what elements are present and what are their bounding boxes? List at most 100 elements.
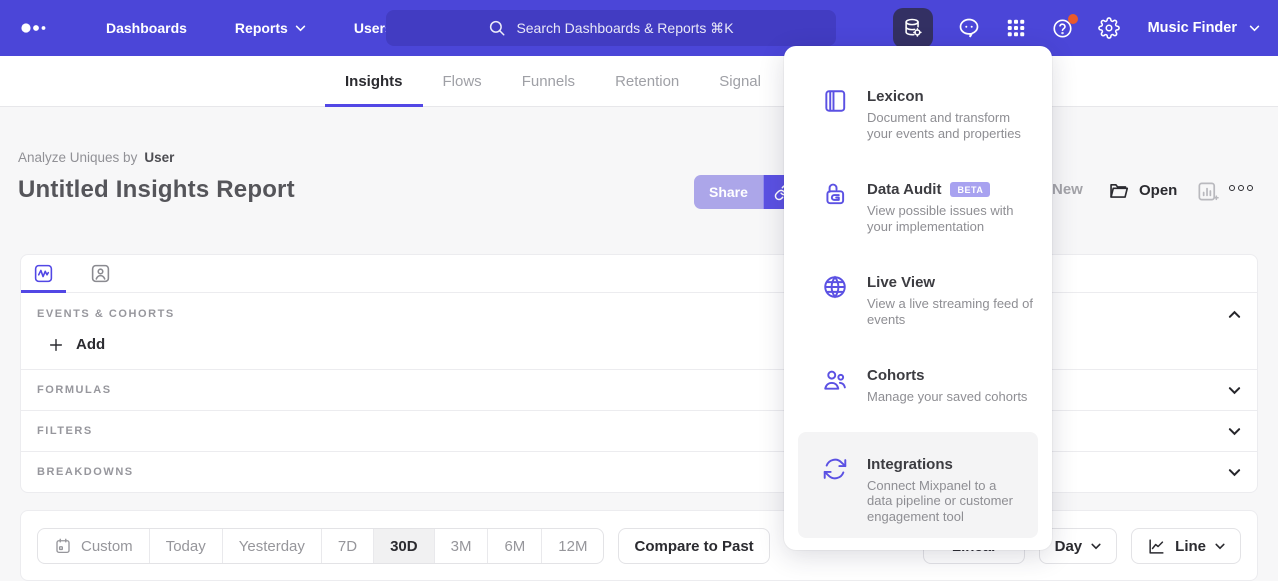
range-30d[interactable]: 30D (373, 529, 434, 563)
nav-reports-label: Reports (235, 20, 288, 36)
events-cohorts-header: EVENTS & COHORTS (37, 308, 175, 320)
folder-icon (1108, 180, 1129, 201)
chart-type-dropdown[interactable]: Line (1131, 528, 1241, 564)
feedback-bubble-icon[interactable] (957, 16, 981, 40)
tab-signal[interactable]: Signal (699, 56, 781, 107)
data-management-icon[interactable] (893, 8, 933, 48)
formulas-section[interactable]: FORMULAS (21, 369, 1257, 410)
events-mode-tab[interactable] (21, 255, 66, 292)
line-chart-icon (1147, 537, 1166, 556)
share-button[interactable]: Share (694, 175, 763, 209)
chevron-down-icon (1228, 427, 1241, 436)
formulas-header: FORMULAS (37, 384, 112, 396)
filters-section[interactable]: FILTERS (21, 410, 1257, 451)
apps-grid-icon[interactable] (1005, 17, 1027, 39)
chevron-down-icon (1249, 25, 1260, 32)
add-event-button[interactable]: Add (37, 336, 1241, 353)
tab-insights[interactable]: Insights (325, 56, 423, 107)
lexicon-book-icon (822, 88, 848, 114)
nav-dashboards-label: Dashboards (106, 20, 187, 36)
more-options-button[interactable] (1229, 185, 1253, 191)
top-navbar: Dashboards Reports Users Search Dashboar… (0, 0, 1278, 56)
menu-item-data-audit[interactable]: Data Audit BETA View possible issues wit… (784, 181, 1052, 234)
range-yesterday[interactable]: Yesterday (222, 529, 321, 563)
header-actions: Share New Open (0, 175, 1278, 209)
menu-item-title: Lexicon (867, 88, 924, 105)
expand-section-button[interactable] (1228, 427, 1241, 436)
chevron-down-icon (295, 25, 306, 32)
project-name: Music Finder (1148, 20, 1237, 36)
open-report-button[interactable]: Open (1108, 180, 1177, 201)
open-label: Open (1139, 182, 1177, 199)
compare-to-past-button[interactable]: Compare to Past (618, 528, 769, 564)
search-input[interactable]: Search Dashboards & Reports ⌘K (386, 10, 836, 46)
menu-item-title: Data Audit (867, 181, 941, 198)
menu-item-title: Cohorts (867, 367, 925, 384)
menu-item-cohorts[interactable]: Cohorts Manage your saved cohorts (784, 367, 1052, 405)
integrations-sync-icon (822, 456, 848, 482)
report-kicker: Analyze Uniques by User (18, 150, 174, 165)
kicker-prefix: Analyze Uniques by (18, 150, 137, 165)
breakdowns-section[interactable]: BREAKDOWNS (21, 451, 1257, 492)
globe-icon (822, 274, 848, 300)
primary-nav: Dashboards Reports Users (82, 0, 417, 56)
menu-item-title: Integrations (867, 456, 953, 473)
menu-item-lexicon[interactable]: Lexicon Document and transform your even… (784, 88, 1052, 141)
range-7d[interactable]: 7D (321, 529, 373, 563)
report-tabbar: Insights Flows Funnels Retention Signal … (0, 56, 1278, 107)
tab-retention[interactable]: Retention (595, 56, 699, 107)
add-to-dashboard-icon[interactable] (1196, 180, 1219, 203)
menu-item-title: Live View (867, 274, 935, 291)
settings-gear-icon[interactable] (1098, 17, 1120, 39)
collapse-section-button[interactable] (1228, 310, 1241, 319)
chevron-down-icon (1228, 386, 1241, 395)
menu-item-description: View possible issues with your implement… (867, 203, 1036, 234)
tab-funnels[interactable]: Funnels (502, 56, 595, 107)
events-cohorts-section: EVENTS & COHORTS Add (21, 293, 1257, 369)
search-icon (488, 19, 506, 37)
tab-flows[interactable]: Flows (423, 56, 502, 107)
chevron-up-icon (1228, 310, 1241, 319)
data-audit-lock-icon (822, 181, 848, 207)
menu-item-integrations[interactable]: Integrations Connect Mixpanel to a data … (798, 432, 1038, 539)
menu-item-description: Document and transform your events and p… (867, 110, 1036, 141)
menu-item-description: Connect Mixpanel to a data pipeline or c… (867, 478, 1022, 525)
notification-dot (1068, 14, 1078, 24)
builder-mode-tabs (21, 255, 1257, 293)
range-3m[interactable]: 3M (434, 529, 488, 563)
range-6m[interactable]: 6M (487, 529, 541, 563)
new-label: New (1052, 181, 1083, 198)
expand-section-button[interactable] (1228, 386, 1241, 395)
user-profile-icon (90, 263, 111, 284)
menu-item-description: Manage your saved cohorts (867, 389, 1027, 405)
chart-toolbar-panel: Custom Today Yesterday 7D 30D 3M 6M 12M … (20, 510, 1258, 581)
menu-item-live-view[interactable]: Live View View a live streaming feed of … (784, 274, 1052, 327)
add-label: Add (76, 336, 105, 353)
beta-badge: BETA (950, 182, 990, 197)
help-icon[interactable] (1051, 17, 1074, 40)
query-builder-panel: EVENTS & COHORTS Add FORMULAS FILTERS BR… (20, 254, 1258, 493)
compare-label: Compare to Past (634, 538, 753, 555)
plus-icon (48, 337, 64, 353)
calendar-icon (54, 537, 72, 555)
mixpanel-logo-icon[interactable] (20, 21, 52, 35)
range-12m[interactable]: 12M (541, 529, 603, 563)
chevron-down-icon (1215, 543, 1225, 550)
interval-label: Day (1055, 538, 1083, 555)
range-custom-label: Custom (81, 538, 133, 555)
date-range-control: Custom Today Yesterday 7D 30D 3M 6M 12M (37, 528, 604, 564)
nav-dashboards[interactable]: Dashboards (82, 0, 211, 56)
data-management-menu: Lexicon Document and transform your even… (784, 46, 1052, 550)
nav-reports[interactable]: Reports (211, 0, 330, 56)
range-custom[interactable]: Custom (38, 529, 149, 563)
range-today[interactable]: Today (149, 529, 222, 563)
kicker-entity[interactable]: User (144, 150, 174, 165)
users-mode-tab[interactable] (76, 255, 125, 292)
share-label: Share (709, 184, 748, 200)
pulse-chart-icon (33, 263, 54, 284)
project-switcher[interactable]: Music Finder (1148, 20, 1260, 36)
chevron-down-icon (1228, 468, 1241, 477)
chart-type-label: Line (1175, 538, 1206, 555)
expand-section-button[interactable] (1228, 468, 1241, 477)
chevron-down-icon (1091, 543, 1101, 550)
